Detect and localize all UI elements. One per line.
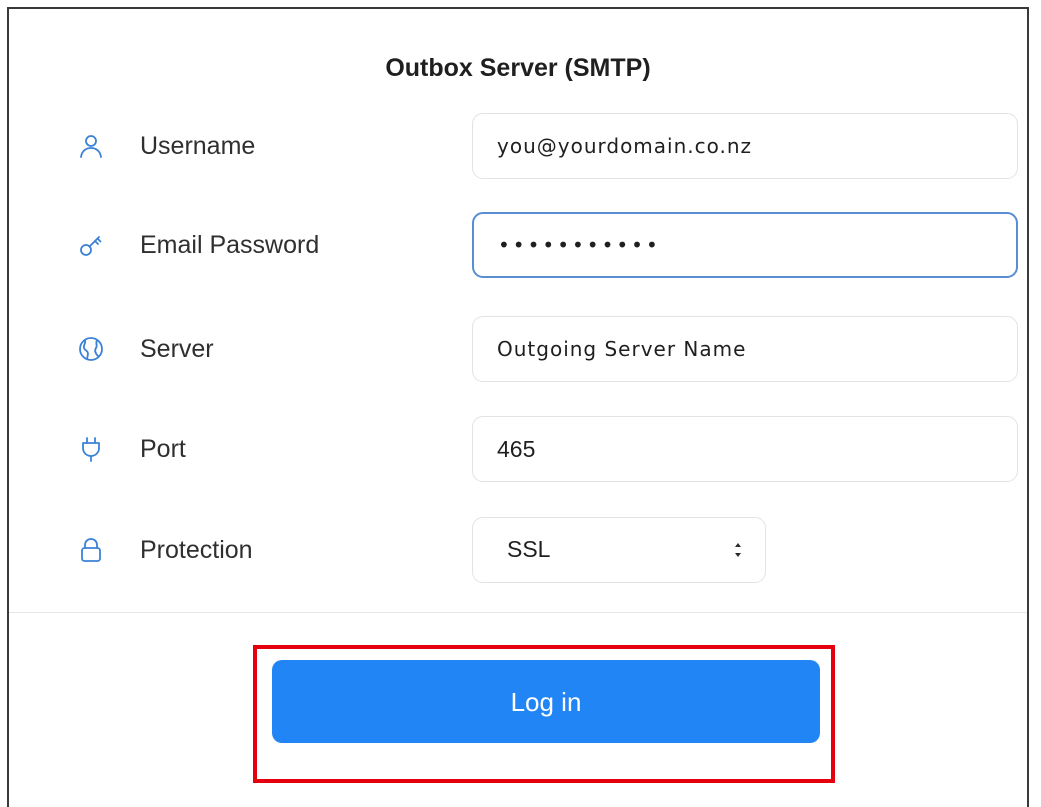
protection-label: Protection [140, 536, 253, 564]
login-highlight-box [253, 645, 835, 783]
globe-icon [77, 335, 105, 363]
server-input[interactable]: Outgoing Server Name [472, 316, 1018, 382]
username-value: you@yourdomain.co.nz [497, 134, 753, 158]
user-icon [77, 132, 105, 160]
server-value: Outgoing Server Name [497, 337, 747, 361]
port-input[interactable]: 465 [472, 416, 1018, 482]
lock-icon [77, 536, 105, 564]
port-row: Port 465 [9, 416, 1027, 482]
protection-select[interactable]: SSL [472, 517, 766, 583]
smtp-settings-panel: Outbox Server (SMTP) Username you@yourdo… [7, 7, 1029, 807]
server-label: Server [140, 335, 214, 363]
port-value: 465 [497, 435, 536, 462]
plug-icon [77, 435, 105, 463]
password-label: Email Password [140, 231, 320, 259]
footer-divider [9, 612, 1027, 613]
port-label: Port [140, 435, 186, 463]
password-input[interactable]: ••••••••••• [472, 212, 1018, 278]
password-value: ••••••••••• [498, 233, 661, 257]
select-arrows-icon [733, 538, 743, 562]
protection-row: Protection SSL [9, 517, 1027, 583]
panel-title: Outbox Server (SMTP) [385, 54, 651, 82]
server-row: Server Outgoing Server Name [9, 316, 1027, 382]
username-label: Username [140, 132, 256, 160]
username-row: Username you@yourdomain.co.nz [9, 113, 1027, 179]
username-input[interactable]: you@yourdomain.co.nz [472, 113, 1018, 179]
key-icon [77, 231, 105, 259]
password-row: Email Password ••••••••••• [9, 212, 1027, 278]
protection-value: SSL [507, 536, 551, 562]
